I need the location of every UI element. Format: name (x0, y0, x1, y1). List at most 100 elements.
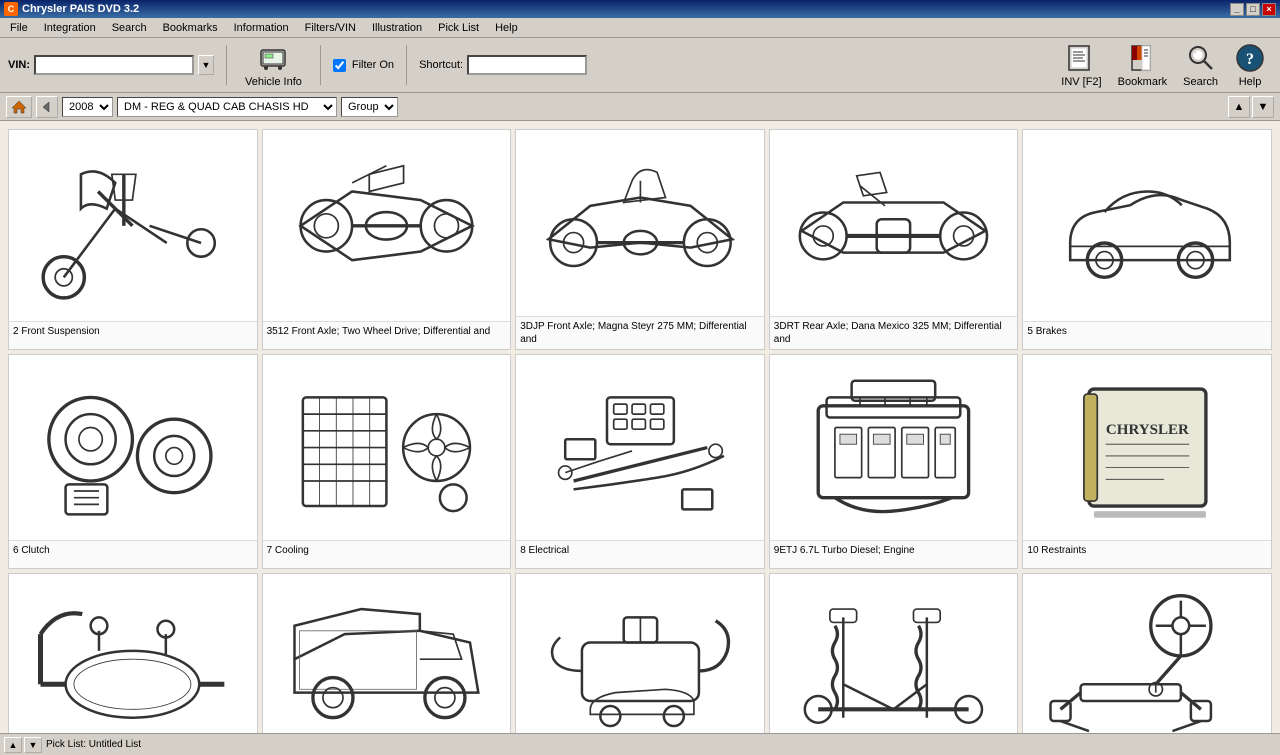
search-toolbar-button[interactable]: Search (1177, 40, 1224, 90)
app-icon: C (4, 2, 18, 16)
axle-3512-svg (275, 140, 498, 312)
engine-svg (782, 364, 1005, 531)
svg-text:CHRYSLER: CHRYSLER (1106, 422, 1189, 438)
part-card-frame[interactable]: 13 Frame, Bumper, and Fascia (262, 573, 512, 733)
part-label-restraints: 10 Restraints (1023, 540, 1271, 568)
part-card-steering[interactable]: 19 Steering (1022, 573, 1272, 733)
shortcut-section: Shortcut: (419, 55, 587, 75)
title-bar: C Chrysler PAIS DVD 3.2 _ □ × (0, 0, 1280, 18)
part-image-frame (263, 574, 511, 733)
vin-section: VIN: ▼ (8, 55, 214, 75)
part-image-clutch (9, 355, 257, 541)
restraints-svg: CHRYSLER (1036, 364, 1259, 531)
maximize-button[interactable]: □ (1246, 3, 1260, 16)
filter-on-label: Filter On (352, 59, 394, 71)
part-image-3drt (770, 130, 1018, 316)
part-card-cooling[interactable]: 7 Cooling (262, 354, 512, 570)
menu-help[interactable]: Help (487, 20, 526, 36)
part-card-exhaust[interactable]: 11 Exhaust (8, 573, 258, 733)
part-image-steering (1023, 574, 1271, 733)
part-card-clutch[interactable]: 6 Clutch (8, 354, 258, 570)
part-card-brakes[interactable]: 5 Brakes (1022, 129, 1272, 350)
part-card-rear-suspension[interactable]: 17 Rear Suspension (769, 573, 1019, 733)
bookmark-button[interactable]: Bookmark (1112, 40, 1174, 90)
axle-3drt-svg (782, 139, 1005, 306)
part-image-engine (770, 355, 1018, 541)
home-button[interactable] (6, 96, 32, 118)
menu-information[interactable]: Information (226, 20, 297, 36)
fuel-svg (529, 584, 752, 733)
main-content: 2 Front Suspension 3512 Front Axle; Two … (0, 121, 1280, 733)
part-card-front-suspension[interactable]: 2 Front Suspension (8, 129, 258, 350)
group-select[interactable]: Group (341, 97, 398, 117)
part-label-3djp: 3DJP Front Axle; Magna Steyr 275 MM; Dif… (516, 316, 764, 349)
vin-dropdown-button[interactable]: ▼ (198, 55, 214, 75)
part-card-restraints[interactable]: CHRYSLER 10 Restraints (1022, 354, 1272, 570)
part-image-cooling (263, 355, 511, 541)
filter-section: Filter On (333, 59, 394, 72)
inv-button[interactable]: INV [F2] (1055, 40, 1107, 90)
part-label-electrical: 8 Electrical (516, 540, 764, 568)
vin-label: VIN: (8, 59, 30, 71)
back-icon (41, 101, 53, 113)
part-image-electrical (516, 355, 764, 541)
part-card-3drt[interactable]: 3DRT Rear Axle; Dana Mexico 325 MM; Diff… (769, 129, 1019, 350)
toolbar-separator-3 (406, 45, 407, 85)
close-button[interactable]: × (1262, 3, 1276, 16)
status-arrows: ▲ ▼ (4, 737, 42, 753)
part-label-brakes: 5 Brakes (1023, 321, 1271, 349)
part-image-brakes (1023, 130, 1271, 321)
part-label-clutch: 6 Clutch (9, 540, 257, 568)
menu-file[interactable]: File (2, 20, 36, 36)
filter-on-checkbox[interactable] (333, 59, 346, 72)
toolbar-right: INV [F2] Bookmark Search (1055, 40, 1272, 90)
part-card-engine[interactable]: 9ETJ 6.7L Turbo Diesel; Engine (769, 354, 1019, 570)
part-label-3drt: 3DRT Rear Axle; Dana Mexico 325 MM; Diff… (770, 316, 1018, 349)
part-card-electrical[interactable]: 8 Electrical (515, 354, 765, 570)
shortcut-label: Shortcut: (419, 59, 463, 71)
vehicle-info-icon (257, 42, 289, 74)
status-up-button[interactable]: ▲ (4, 737, 22, 753)
shortcut-input[interactable] (467, 55, 587, 75)
vehicle-info-label: Vehicle Info (245, 76, 302, 88)
rear-suspension-svg (782, 584, 1005, 733)
back-button[interactable] (36, 96, 58, 118)
scroll-up-button[interactable]: ▲ (1228, 96, 1250, 118)
year-select[interactable]: 2008 2007 2006 (62, 97, 113, 117)
part-image-3djp (516, 130, 764, 316)
parts-grid: 2 Front Suspension 3512 Front Axle; Two … (8, 129, 1272, 733)
part-image-rear-suspension (770, 574, 1018, 733)
part-image-restraints: CHRYSLER (1023, 355, 1271, 541)
part-label-cooling: 7 Cooling (263, 540, 511, 568)
part-label-engine: 9ETJ 6.7L Turbo Diesel; Engine (770, 540, 1018, 568)
menu-bar: File Integration Search Bookmarks Inform… (0, 18, 1280, 38)
scroll-down-button[interactable]: ▼ (1252, 96, 1274, 118)
part-image-exhaust (9, 574, 257, 733)
menu-pick-list[interactable]: Pick List (430, 20, 487, 36)
window-controls[interactable]: _ □ × (1230, 3, 1276, 16)
status-bar: ▲ ▼ Pick List: Untitled List (0, 733, 1280, 755)
menu-filters-vin[interactable]: Filters/VIN (297, 20, 364, 36)
cooling-svg (275, 364, 498, 531)
help-label: Help (1239, 76, 1262, 88)
inv-label: INV [F2] (1061, 76, 1101, 88)
part-card-fuel[interactable]: 14 Fuel (515, 573, 765, 733)
steering-svg (1036, 584, 1259, 733)
axle-3djp-svg (529, 139, 752, 306)
status-down-button[interactable]: ▼ (24, 737, 42, 753)
bookmark-label: Bookmark (1118, 76, 1168, 88)
minimize-button[interactable]: _ (1230, 3, 1244, 16)
menu-bookmarks[interactable]: Bookmarks (155, 20, 226, 36)
part-card-3512[interactable]: 3512 Front Axle; Two Wheel Drive; Differ… (262, 129, 512, 350)
menu-illustration[interactable]: Illustration (364, 20, 430, 36)
vin-input[interactable] (34, 55, 194, 75)
menu-search[interactable]: Search (104, 20, 155, 36)
help-icon: ? (1234, 42, 1266, 74)
brakes-svg (1036, 140, 1259, 312)
part-card-3djp[interactable]: 3DJP Front Axle; Magna Steyr 275 MM; Dif… (515, 129, 765, 350)
menu-integration[interactable]: Integration (36, 20, 104, 36)
model-select[interactable]: DM - REG & QUAD CAB CHASIS HD (117, 97, 337, 117)
bookmark-icon (1126, 42, 1158, 74)
vehicle-info-button[interactable]: Vehicle Info (239, 40, 308, 90)
help-button[interactable]: ? Help (1228, 40, 1272, 90)
